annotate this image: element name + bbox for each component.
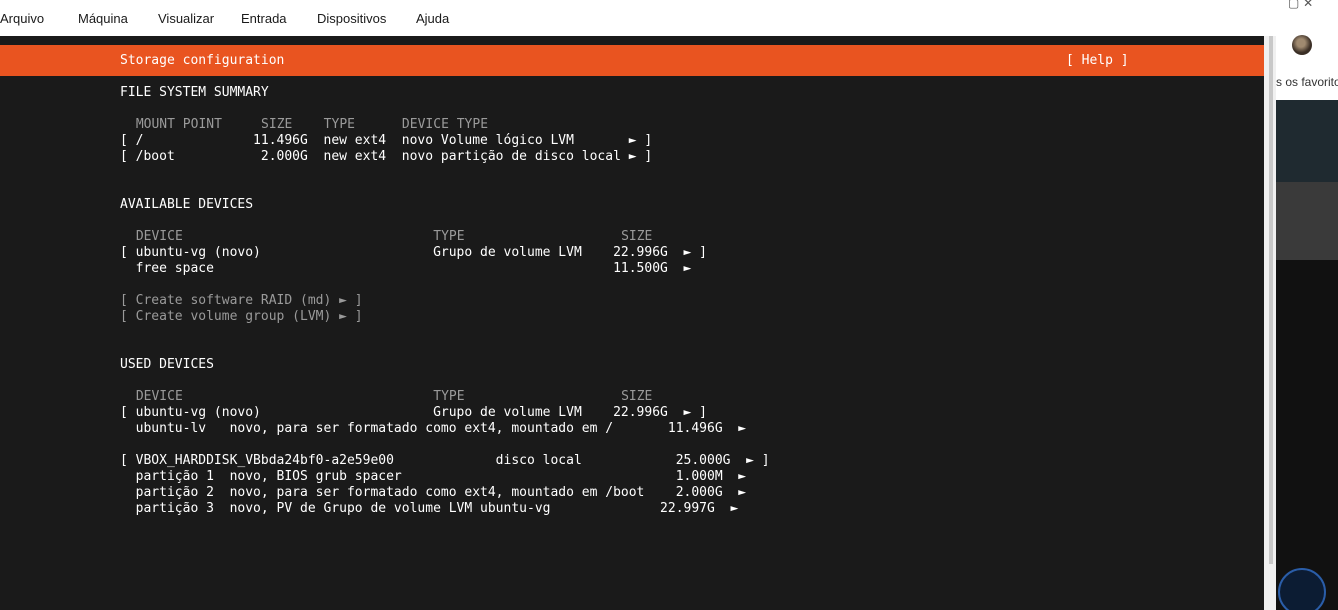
floating-action-button[interactable]: [1278, 568, 1326, 610]
vm-scrollbar[interactable]: [1269, 36, 1273, 564]
menu-arquivo[interactable]: Arquivo: [0, 11, 44, 26]
page-title: Storage configuration: [120, 53, 285, 68]
browser-content-block: [1276, 260, 1338, 610]
fs-summary-column-header: MOUNT POINT SIZE TYPE DEVICE TYPE: [128, 117, 489, 132]
bookmarks-bar-text[interactable]: s os favorito: [1276, 75, 1338, 89]
fs-row-boot[interactable]: [ /boot 2.000G new ext4 novo partição de…: [120, 149, 652, 165]
menu-maquina[interactable]: Máquina: [78, 11, 128, 26]
available-column-header: DEVICE TYPE SIZE: [128, 229, 653, 244]
used-row-ubuntu-vg[interactable]: [ ubuntu-vg (novo) Grupo de volume LVM 2…: [120, 405, 707, 421]
browser-content-block: [1276, 100, 1338, 182]
used-row-particao-3[interactable]: partição 3 novo, PV de Grupo de volume L…: [120, 501, 739, 517]
help-button[interactable]: [ Help ]: [1066, 53, 1129, 69]
window-controls-icon[interactable]: ▢ ✕: [1288, 0, 1313, 10]
vm-menubar: Arquivo Máquina Visualizar Entrada Dispo…: [0, 0, 1264, 36]
available-devices-heading: AVAILABLE DEVICES: [120, 197, 254, 212]
used-devices-heading: USED DEVICES: [120, 357, 214, 372]
menu-entrada[interactable]: Entrada: [241, 11, 287, 26]
browser-window-edge: ▢ ✕ ⋮ s os favorito: [1276, 0, 1338, 610]
available-row-free-space[interactable]: free space 11.500G ►: [120, 261, 692, 277]
menu-ajuda[interactable]: Ajuda: [416, 11, 449, 26]
menu-visualizar[interactable]: Visualizar: [158, 11, 214, 26]
used-row-particao-1[interactable]: partição 1 novo, BIOS grub spacer 1.000M…: [120, 469, 747, 485]
used-row-ubuntu-lv[interactable]: ubuntu-lv novo, para ser formatado como …: [120, 421, 747, 437]
create-volume-group-button[interactable]: [ Create volume group (LVM) ► ]: [120, 309, 363, 325]
available-row-ubuntu-vg[interactable]: [ ubuntu-vg (novo) Grupo de volume LVM 2…: [120, 245, 707, 261]
menu-dispositivos[interactable]: Dispositivos: [317, 11, 386, 26]
browser-content-block: [1276, 182, 1338, 260]
profile-avatar[interactable]: [1292, 35, 1312, 55]
more-menu-icon[interactable]: ⋮: [1333, 33, 1338, 49]
used-row-vbox-harddisk[interactable]: [ VBOX_HARDDISK_VBbda24bf0-a2e59e00 disc…: [120, 453, 770, 469]
fs-row-root[interactable]: [ / 11.496G new ext4 novo Volume lógico …: [120, 133, 652, 149]
used-row-particao-2[interactable]: partição 2 novo, para ser formatado como…: [120, 485, 747, 501]
create-raid-button[interactable]: [ Create software RAID (md) ► ]: [120, 293, 363, 309]
fs-summary-heading: FILE SYSTEM SUMMARY: [120, 85, 269, 100]
used-column-header: DEVICE TYPE SIZE: [128, 389, 653, 404]
